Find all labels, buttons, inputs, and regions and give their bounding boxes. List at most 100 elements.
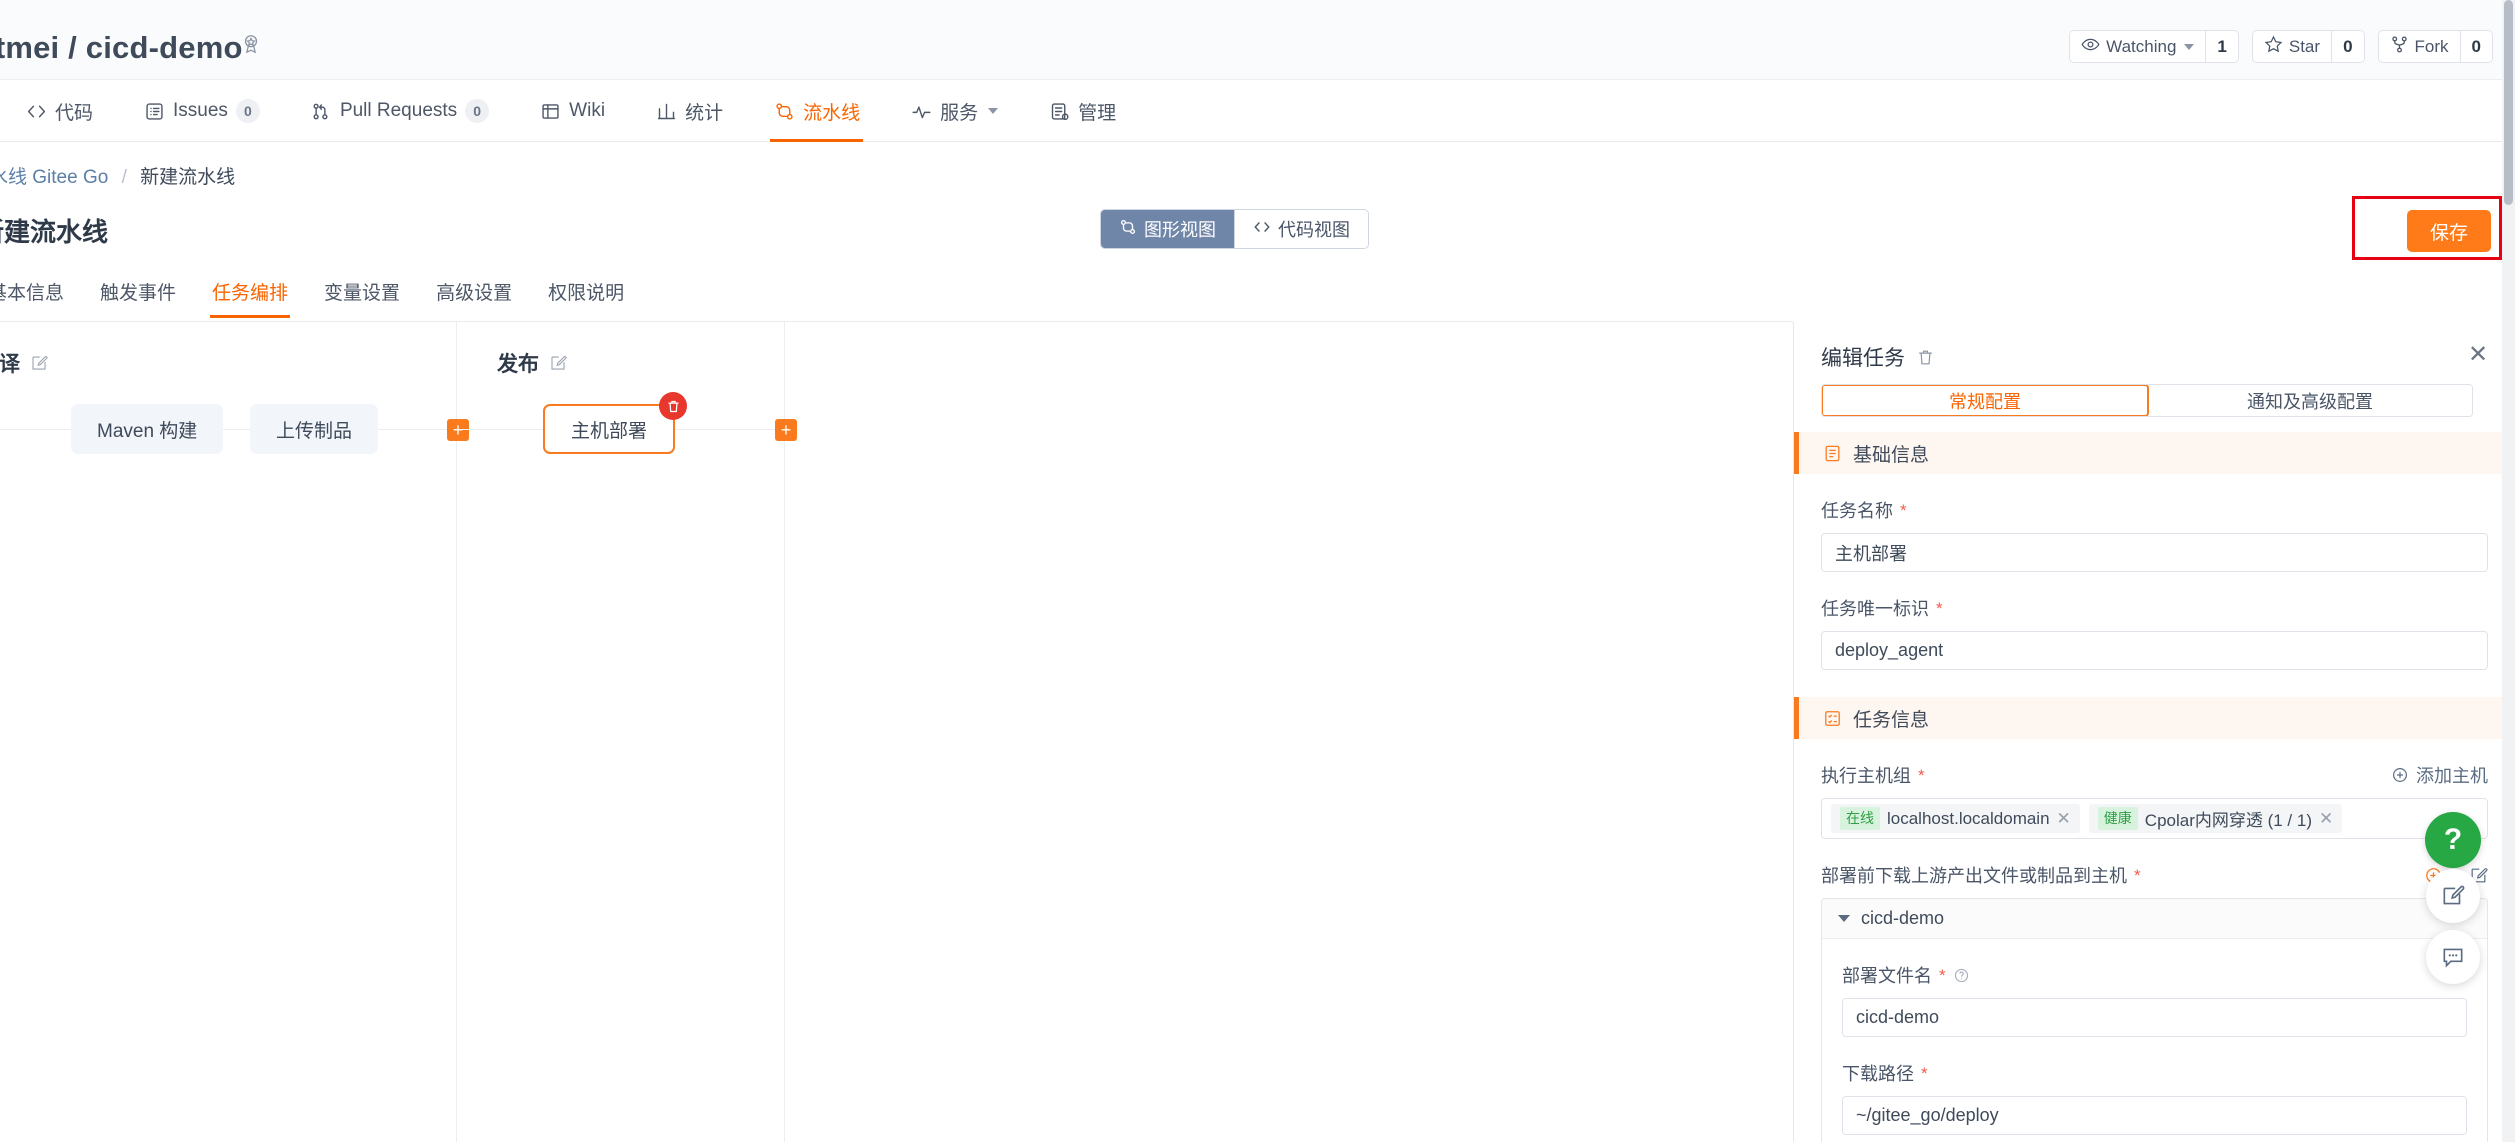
repo-title: itmei / cicd-demo xyxy=(0,30,243,66)
save-button[interactable]: 保存 xyxy=(2407,210,2491,252)
nav-item-issues[interactable]: Issues 0 xyxy=(118,80,285,142)
sub-tab-0[interactable]: 基本信息 xyxy=(0,278,82,318)
help-question-icon[interactable]: ? xyxy=(2425,812,2481,868)
node-host-deploy[interactable]: 主机部署 xyxy=(543,392,688,454)
breadcrumb: 流水线 Gitee Go / 新建流水线 xyxy=(0,162,235,189)
node-host-deploy-label: 主机部署 xyxy=(571,420,648,442)
pull-request-icon xyxy=(310,100,332,122)
tab-notify-advanced-config[interactable]: 通知及高级配置 xyxy=(2148,385,2472,416)
nav-item-i7[interactable]: 管理 xyxy=(1023,80,1141,142)
pipeline-canvas: 编译 Maven 构建 上传制品 + 发布 xyxy=(0,322,1793,1142)
star-count: 0 xyxy=(2331,31,2364,62)
service-pulse-icon xyxy=(910,100,932,122)
add-host-button[interactable]: 添加主机 xyxy=(2391,762,2488,788)
basic-info-fields: 任务名称 * 任务唯一标识 * xyxy=(1794,497,2515,670)
sub-tab-1[interactable]: 触发事件 xyxy=(82,278,194,318)
nav-item-i4[interactable]: 统计 xyxy=(630,80,748,142)
node-upload-artifact-label: 上传制品 xyxy=(276,420,353,442)
sub-tab-3[interactable]: 变量设置 xyxy=(306,278,418,318)
host-tag-text: Cpolar内网穿透 (1 / 1) xyxy=(2144,811,2312,830)
watching-main[interactable]: Watching xyxy=(2070,31,2205,62)
wiki-book-icon xyxy=(539,100,561,122)
download-path-input[interactable] xyxy=(1842,1096,2467,1135)
repo-nav: 代码 Issues 0 Pull Requests 0 Wiki 统计 流水线 服务 管理 xyxy=(0,80,2515,142)
task-name-label-text: 任务名称 xyxy=(1821,501,1893,521)
plus-circle-icon xyxy=(2391,766,2409,784)
nav-item-pull-requests[interactable]: Pull Requests 0 xyxy=(285,80,514,142)
host-group-input[interactable]: 在线 localhost.localdomain ✕ 健康 Cpolar内网穿透… xyxy=(1821,798,2488,839)
code-icon xyxy=(1253,218,1271,241)
star-main[interactable]: Star xyxy=(2253,31,2331,62)
add-host-label: 添加主机 xyxy=(2416,766,2488,786)
page-scrollbar-track[interactable] xyxy=(2502,0,2515,1142)
watching-button[interactable]: Watching 1 xyxy=(2069,30,2239,63)
node-maven-build-label: Maven 构建 xyxy=(97,420,198,442)
edit-square-icon[interactable] xyxy=(30,354,48,372)
artifact-label-text: 部署前下载上游产出文件或制品到主机 xyxy=(1821,866,2127,886)
section-task-info-title: 任务信息 xyxy=(1853,709,1930,731)
node-upload-artifact[interactable]: 上传制品 xyxy=(250,404,379,454)
breadcrumb-current: 新建流水线 xyxy=(140,167,236,188)
stage-compile: 编译 Maven 构建 上传制品 + xyxy=(0,322,469,1142)
sub-tab-2[interactable]: 任务编排 xyxy=(194,278,306,318)
trash-icon[interactable] xyxy=(1916,348,1935,367)
chevron-down-icon xyxy=(988,108,999,114)
fork-main[interactable]: Fork xyxy=(2379,31,2460,62)
star-icon xyxy=(2264,35,2283,59)
required-marker: * xyxy=(1936,598,1943,618)
close-icon[interactable]: ✕ xyxy=(2319,809,2333,829)
comment-dots-icon[interactable] xyxy=(2426,930,2480,984)
artifact-group-title: cicd-demo xyxy=(1861,908,1945,928)
fork-button[interactable]: Fork 0 xyxy=(2377,30,2493,63)
feedback-edit-icon[interactable] xyxy=(2426,869,2480,923)
artifact-label: 部署前下载上游产出文件或制品到主机 * xyxy=(1821,862,2141,888)
nav-item-label: Pull Requests xyxy=(339,100,458,121)
deploy-file-name-label: 部署文件名 * xyxy=(1842,962,2467,988)
artifact-group-header[interactable]: cicd-demo xyxy=(1822,899,2487,939)
close-icon[interactable]: ✕ xyxy=(2057,809,2071,829)
sub-tab-4[interactable]: 高级设置 xyxy=(418,278,530,318)
nav-item-count: 0 xyxy=(235,99,260,123)
stage-compile-header: 编译 xyxy=(0,348,48,378)
add-task-release-button[interactable]: + xyxy=(775,419,797,441)
repo-header-actions: Watching 1 Star 0 Fork 0 xyxy=(2069,30,2493,63)
chevron-down-icon xyxy=(2184,43,2195,50)
stage-release: 发布 主机部署 + xyxy=(457,322,797,1142)
tab-general-config[interactable]: 常规配置 xyxy=(1822,385,2149,416)
nav-item-i0[interactable]: 代码 xyxy=(0,80,118,142)
task-identifier-label-text: 任务唯一标识 xyxy=(1821,599,1929,619)
download-path-label-text: 下载路径 xyxy=(1842,1064,1914,1084)
code-icon xyxy=(25,100,47,122)
deploy-file-name-input[interactable] xyxy=(1842,998,2467,1037)
edit-task-panel: 编辑任务 ✕ 常规配置 通知及高级配置 基础信息 任务名称 * 主机部署 任务唯… xyxy=(1793,322,2515,1142)
watching-label: Watching xyxy=(2106,36,2177,56)
host-group-label: 执行主机组 * xyxy=(1821,762,1925,788)
tab-graph-view[interactable]: 图形视图 xyxy=(1101,210,1234,248)
stage-compile-name: 编译 xyxy=(0,353,20,376)
sub-tab-5[interactable]: 权限说明 xyxy=(530,278,642,318)
star-button[interactable]: Star 0 xyxy=(2251,30,2365,63)
repo-title-text: itmei / cicd-demo xyxy=(0,30,243,65)
help-circle-icon[interactable] xyxy=(1953,967,1970,984)
help-question-label: ? xyxy=(2443,823,2463,856)
task-identifier-input[interactable] xyxy=(1821,631,2488,670)
tab-code-view[interactable]: 代码视图 xyxy=(1234,210,1368,248)
nav-item-label: Wiki xyxy=(569,100,606,121)
host-group-label-text: 执行主机组 xyxy=(1821,766,1911,786)
chevron-down-icon xyxy=(1838,915,1850,922)
task-name-input[interactable] xyxy=(1821,533,2488,572)
nav-item-wiki[interactable]: Wiki xyxy=(514,80,630,142)
edit-square-icon[interactable] xyxy=(549,354,567,372)
host-group-label-row: 执行主机组 * 添加主机 xyxy=(1821,762,2488,788)
breadcrumb-parent[interactable]: 流水线 Gitee Go xyxy=(0,167,108,188)
node-maven-build[interactable]: Maven 构建 xyxy=(71,404,224,454)
nav-item-i6[interactable]: 服务 xyxy=(885,80,1023,142)
close-icon[interactable]: ✕ xyxy=(2465,342,2491,368)
section-basic-info-header: 基础信息 xyxy=(1794,432,2515,474)
chart-bar-icon xyxy=(655,100,677,122)
pipeline-sub-tabs: 基本信息触发事件任务编排变量设置高级设置权限说明 xyxy=(0,278,1793,322)
edit-task-panel-header: 编辑任务 ✕ xyxy=(1794,322,2515,388)
nav-item-i5[interactable]: 流水线 xyxy=(748,80,885,142)
trash-icon[interactable] xyxy=(659,392,688,420)
page-scrollbar-thumb[interactable] xyxy=(2504,0,2513,205)
